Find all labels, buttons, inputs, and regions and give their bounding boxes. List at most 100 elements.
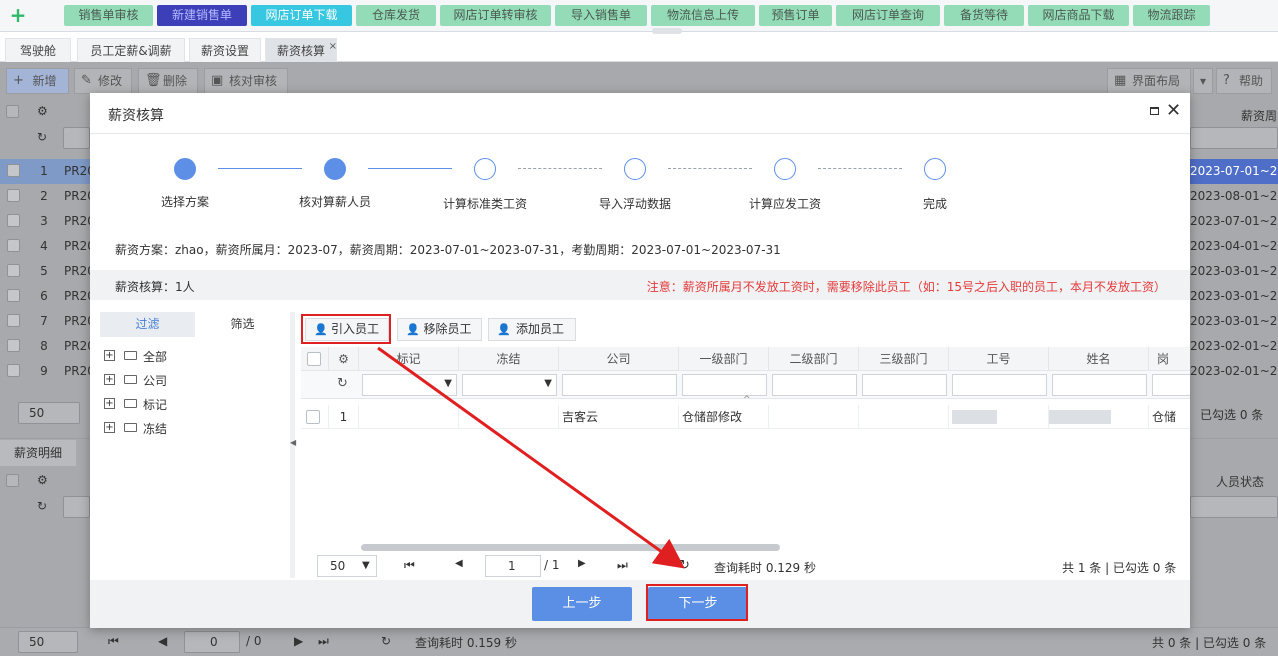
cell-name[interactable] xyxy=(1049,405,1149,429)
bg-row-period: 2023-04-01~20 xyxy=(1190,239,1278,253)
page-size-select[interactable]: 50 ▼ xyxy=(317,555,377,577)
filter-dept1-input[interactable] xyxy=(682,374,767,396)
first-page-icon[interactable]: ⏮ xyxy=(404,558,415,573)
tree-item-all[interactable]: + 全部 xyxy=(104,347,284,367)
tab-screen[interactable]: 筛选 xyxy=(195,312,290,337)
bg-delete-button: 🗑 删除 xyxy=(138,68,198,94)
tab-salary-settings[interactable]: 薪资设置 xyxy=(189,38,261,62)
nav-shop-order-download[interactable]: 网店订单下载 xyxy=(251,5,352,26)
filter-empno-input[interactable] xyxy=(952,374,1047,396)
tab-close-icon[interactable]: × xyxy=(329,35,337,59)
cell-dept1[interactable]: 仓储部修改 xyxy=(679,405,769,429)
pane-splitter[interactable]: ◀ xyxy=(290,312,296,578)
redacted-empno xyxy=(952,410,997,424)
filter-freeze-select[interactable]: ▼ xyxy=(462,374,557,396)
filter-mark-select[interactable]: ▼ xyxy=(362,374,457,396)
nav-shop-order-query[interactable]: 网店订单查询 xyxy=(836,5,940,26)
cell-company[interactable]: 吉客云 xyxy=(559,405,679,429)
col-empno[interactable]: 工号 xyxy=(949,347,1049,371)
bg-filter-input xyxy=(63,496,90,518)
maximize-icon[interactable] xyxy=(1150,107,1159,115)
close-icon[interactable]: ✕ xyxy=(1166,100,1181,121)
staff-count: 薪资核算：1人 xyxy=(115,280,195,294)
prev-step-button[interactable]: 上一步 xyxy=(532,587,632,621)
bg-row-period: 2023-08-01~20 xyxy=(1190,189,1278,203)
nav-stock-waiting[interactable]: 备货等待 xyxy=(944,5,1024,26)
prev-page-icon[interactable]: ◀ xyxy=(455,558,463,569)
cell-dept3[interactable] xyxy=(859,405,949,429)
cell-empno[interactable] xyxy=(949,405,1049,429)
col-mark[interactable]: 标记 xyxy=(359,347,459,371)
filter-company-input[interactable] xyxy=(562,374,677,396)
gear-icon: ⚙ xyxy=(37,104,48,118)
page-value: 1 xyxy=(508,559,516,573)
col-company[interactable]: 公司 xyxy=(559,347,679,371)
row-select-cell xyxy=(301,405,329,429)
refresh-icon[interactable]: ↻ xyxy=(337,376,348,391)
filter-post-input[interactable] xyxy=(1152,374,1190,396)
step-5-pending-icon xyxy=(774,158,796,180)
nav-logistics-track[interactable]: 物流跟踪 xyxy=(1133,5,1210,26)
remove-staff-button[interactable]: 👤 移除员工 xyxy=(397,318,482,341)
cell-post[interactable]: 仓储 xyxy=(1149,405,1190,429)
nav-warehouse-ship[interactable]: 仓库发货 xyxy=(356,5,436,26)
modal-footer xyxy=(90,580,1190,628)
col-post[interactable]: 岗 xyxy=(1149,347,1190,371)
row-checkbox[interactable] xyxy=(306,410,320,424)
bg-table-row: 2 PR20 xyxy=(0,184,95,209)
expand-icon[interactable]: + xyxy=(104,374,115,385)
refresh-icon[interactable]: ↻ xyxy=(679,558,690,573)
horizontal-scrollbar[interactable] xyxy=(361,544,780,551)
tab-filter[interactable]: 过滤 xyxy=(100,312,195,337)
filter-name-input[interactable] xyxy=(1052,374,1147,396)
collapse-left-icon[interactable]: ◀ xyxy=(290,438,296,447)
nav-sales-review[interactable]: 销售单审核 xyxy=(64,5,153,26)
tree-item-freeze[interactable]: + 冻结 xyxy=(104,419,284,439)
bg-query-time: 查询耗时 0.159 秒 xyxy=(415,636,517,650)
step-4-pending-icon xyxy=(624,158,646,180)
select-all-checkbox[interactable] xyxy=(307,352,321,366)
nav-new-sales[interactable]: 新建销售单 xyxy=(157,5,247,26)
last-page-icon[interactable]: ⏭ xyxy=(617,558,628,573)
add-staff-label: 添加员工 xyxy=(515,322,564,336)
nav-logistics-upload[interactable]: 物流信息上传 xyxy=(651,5,755,26)
step-label-finish: 完成 xyxy=(922,197,947,211)
plus-icon[interactable]: + xyxy=(8,4,28,26)
expand-icon[interactable]: + xyxy=(104,350,115,361)
filter-dept2-input[interactable] xyxy=(772,374,857,396)
nav-import-sales[interactable]: 导入销售单 xyxy=(555,5,647,26)
chevron-up-icon[interactable]: ^ xyxy=(743,395,751,405)
tree-item-mark[interactable]: + 标记 xyxy=(104,395,284,415)
tree-item-company[interactable]: + 公司 xyxy=(104,371,284,391)
page-input[interactable]: 1 xyxy=(485,555,541,577)
plus-icon: + xyxy=(13,73,24,88)
bg-verify-label: 核对审核 xyxy=(228,74,277,88)
nav-shop-goods-download[interactable]: 网店商品下载 xyxy=(1028,5,1129,26)
col-dept2[interactable]: 二级部门 xyxy=(769,347,859,371)
nav-presale-order[interactable]: 预售订单 xyxy=(759,5,832,26)
folder-icon xyxy=(124,423,137,432)
tab-salary-adjust[interactable]: 员工定薪&调薪 xyxy=(77,38,185,62)
cell-dept2[interactable] xyxy=(769,405,859,429)
col-dept3[interactable]: 三级部门 xyxy=(859,347,949,371)
cell-mark[interactable] xyxy=(359,405,459,429)
step-connector xyxy=(818,168,902,169)
next-page-icon[interactable]: ▶ xyxy=(578,558,586,569)
expand-icon[interactable]: + xyxy=(104,398,115,409)
cell-freeze[interactable] xyxy=(459,405,559,429)
gear-icon[interactable]: ⚙ xyxy=(329,347,359,371)
bg-delete-label: 删除 xyxy=(162,74,187,88)
nav-shop-order-review[interactable]: 网店订单转审核 xyxy=(440,5,551,26)
filter-dept3-input[interactable] xyxy=(862,374,947,396)
col-freeze[interactable]: 冻结 xyxy=(459,347,559,371)
tab-cockpit[interactable]: 驾驶舱 xyxy=(5,38,71,62)
step-label-import-float: 导入浮动数据 xyxy=(598,197,671,211)
refresh-icon: ↻ xyxy=(37,130,48,144)
bg-tab-salary-detail: 薪资明细 xyxy=(0,440,76,466)
add-staff-button[interactable]: 👤 添加员工 xyxy=(488,318,576,341)
modal-header-divider xyxy=(90,133,1190,134)
tab-salary-calc[interactable]: 薪资核算 × xyxy=(265,38,337,62)
col-dept1[interactable]: 一级部门 xyxy=(679,347,769,371)
expand-icon[interactable]: + xyxy=(104,422,115,433)
col-name[interactable]: 姓名 xyxy=(1049,347,1149,371)
